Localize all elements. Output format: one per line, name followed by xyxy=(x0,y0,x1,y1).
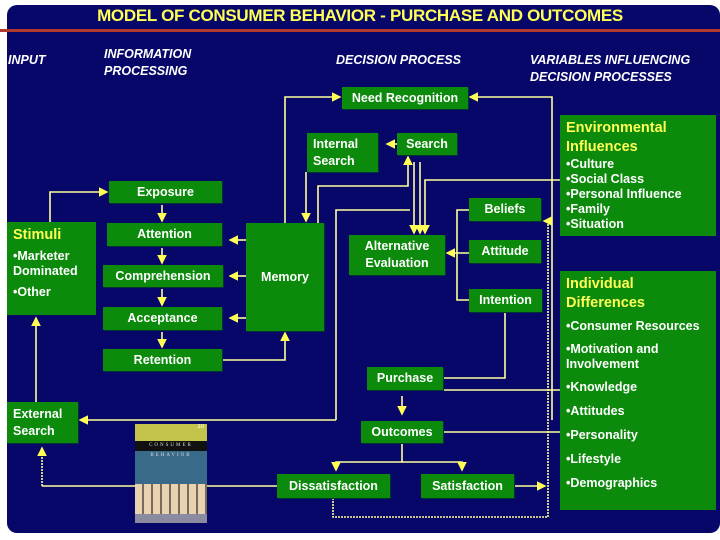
need-recognition-box: Need Recognition xyxy=(342,87,468,109)
dissatisfaction-box: Dissatisfaction xyxy=(277,474,390,498)
environmental-item: •Personal Influence xyxy=(566,187,682,201)
individual-heading: Individual Differences xyxy=(566,276,645,311)
individual-item: •Demographics xyxy=(566,476,658,490)
individual-item: •Attitudes xyxy=(566,404,625,418)
environmental-item: •Culture xyxy=(566,157,615,171)
external-search-box: External Search xyxy=(7,402,78,443)
acceptance-box: Acceptance xyxy=(103,307,222,330)
intention-box: Intention xyxy=(469,289,542,312)
internal-search-box: Internal Search xyxy=(307,133,378,172)
environmental-item: •Situation xyxy=(566,217,624,231)
stimuli-item: •Marketer Dominated xyxy=(13,249,78,278)
satisfaction-box: Satisfaction xyxy=(421,474,514,498)
outcomes-box: Outcomes xyxy=(361,421,443,443)
book-cover-image: 10 CONSUMER BEHAVIOR xyxy=(135,424,207,523)
individual-item: •Lifestyle xyxy=(566,452,622,466)
individual-differences-panel: Individual Differences •Consumer Resourc… xyxy=(560,271,716,510)
environmental-heading: Environmental Influences xyxy=(566,120,667,155)
stimuli-item: •Other xyxy=(13,285,51,299)
individual-item: •Motivation and Involvement xyxy=(566,342,659,371)
individual-item: •Personality xyxy=(566,428,638,442)
environmental-item: •Social Class xyxy=(566,172,645,186)
attitude-box: Attitude xyxy=(469,240,541,263)
stimuli-heading: Stimuli xyxy=(13,227,62,243)
attention-box: Attention xyxy=(107,223,222,246)
stimuli-panel: Stimuli •Marketer Dominated •Other xyxy=(7,222,96,315)
exposure-box: Exposure xyxy=(109,181,222,203)
book-title: CONSUMER BEHAVIOR xyxy=(135,441,207,458)
retention-box: Retention xyxy=(103,349,222,371)
beliefs-box: Beliefs xyxy=(469,198,541,221)
memory-box: Memory xyxy=(246,223,324,331)
purchase-box: Purchase xyxy=(367,367,443,390)
environmental-item: •Family xyxy=(566,202,610,216)
book-footer xyxy=(135,514,207,523)
environmental-influences-panel: Environmental Influences •Culture •Socia… xyxy=(560,115,716,236)
book-pencils-art xyxy=(135,484,207,514)
comprehension-box: Comprehension xyxy=(103,265,223,287)
book-edition: 10 xyxy=(135,424,207,441)
individual-item: •Consumer Resources xyxy=(566,319,700,333)
search-box: Search xyxy=(397,133,457,155)
individual-item: •Knowledge xyxy=(566,380,638,394)
alternative-evaluation-box: Alternative Evaluation xyxy=(349,235,445,275)
